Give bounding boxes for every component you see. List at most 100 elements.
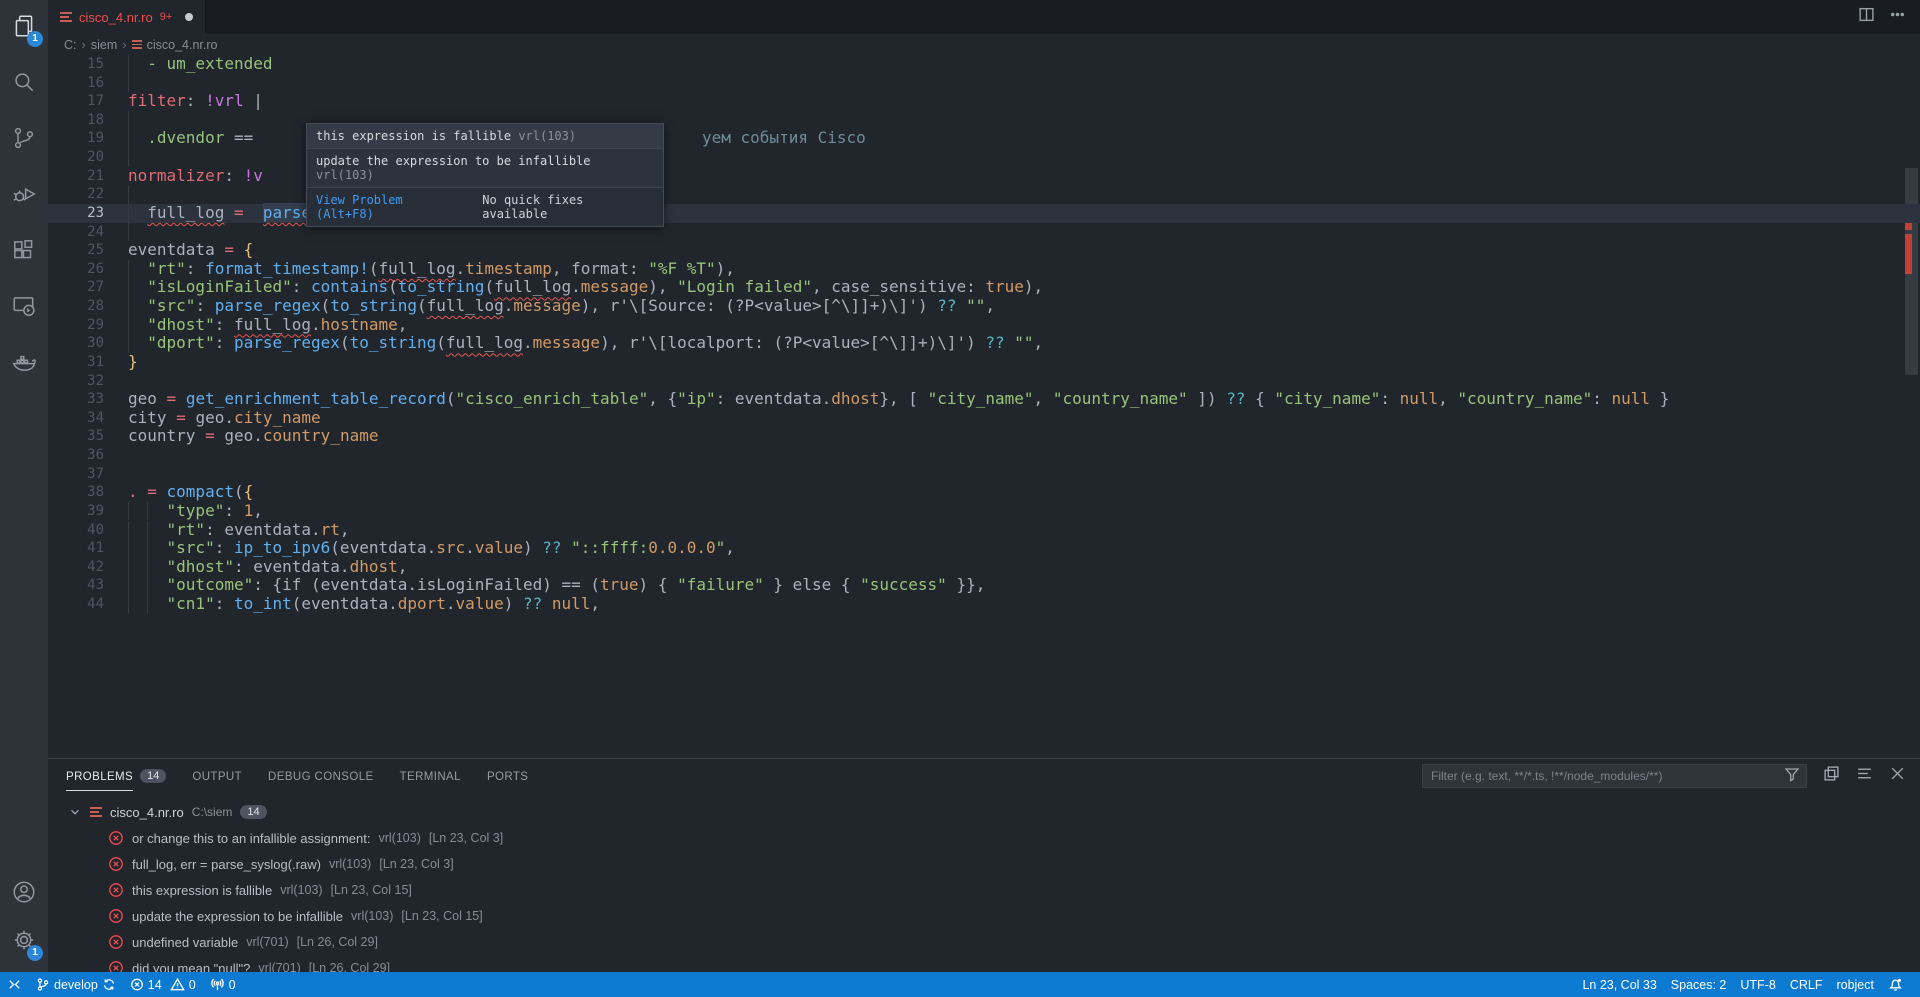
code-line-44[interactable]: 44 "cn1": to_int(eventdata.dport.value) … — [48, 595, 1920, 614]
error-circle-icon — [108, 882, 124, 898]
encoding-setting[interactable]: UTF-8 — [1733, 972, 1782, 997]
notifications-bell[interactable] — [1881, 972, 1910, 997]
problem-row[interactable]: this expression is fallible vrl(103) [Ln… — [48, 877, 1920, 903]
indentation-setting[interactable]: Spaces: 2 — [1664, 972, 1734, 997]
code-line-33[interactable]: 33geo = get_enrichment_table_record("cis… — [48, 390, 1920, 409]
problem-row[interactable]: or change this to an infallible assignme… — [48, 825, 1920, 851]
ellipsis-icon[interactable] — [1889, 6, 1906, 28]
breadcrumb-file[interactable]: cisco_4.nr.ro — [147, 38, 218, 52]
breadcrumb-drive[interactable]: C: — [64, 38, 77, 52]
ports-icon — [210, 977, 225, 992]
problem-row[interactable]: undefined variable vrl(701) [Ln 26, Col … — [48, 929, 1920, 955]
line-number: 38 — [48, 483, 104, 502]
modified-indicator-dot[interactable] — [185, 13, 193, 21]
line-number: 33 — [48, 390, 104, 409]
accounts-button[interactable] — [0, 870, 48, 918]
problems-filter-input[interactable] — [1431, 769, 1784, 783]
extensions-icon — [11, 237, 37, 268]
language-mode[interactable]: robject — [1829, 972, 1881, 997]
file-problems-badge: 14 — [240, 805, 266, 819]
tab-problems[interactable]: PROBLEMS — [66, 762, 133, 791]
code-line-30[interactable]: 30 "dport": parse_regex(to_string(full_l… — [48, 334, 1920, 353]
code-line-35[interactable]: 35country = geo.country_name — [48, 427, 1920, 446]
tab-output[interactable]: OUTPUT — [192, 762, 242, 790]
funnel-icon[interactable] — [1784, 766, 1800, 787]
line-number: 31 — [48, 353, 104, 372]
sidebar-item-extensions[interactable] — [0, 228, 48, 276]
sidebar-item-explorer[interactable]: 1 — [0, 4, 48, 52]
settings-badge: 1 — [27, 945, 43, 961]
sidebar-item-run-debug[interactable] — [0, 172, 48, 220]
view-as-table-icon[interactable] — [1823, 765, 1840, 787]
code-line-31[interactable]: 31} — [48, 353, 1920, 372]
problem-location: [Ln 23, Col 15] — [401, 909, 482, 923]
problem-message: undefined variable — [132, 935, 238, 950]
problem-row[interactable]: did you mean "null"? vrl(701) [Ln 26, Co… — [48, 955, 1920, 972]
sidebar-item-docker[interactable] — [0, 340, 48, 388]
code-line-40[interactable]: 40 "rt": eventdata.rt, — [48, 521, 1920, 540]
error-circle-icon — [108, 934, 124, 950]
tab-debug-console[interactable]: DEBUG CONSOLE — [268, 762, 374, 790]
code-line-25[interactable]: 25eventdata = { — [48, 241, 1920, 260]
code-line-42[interactable]: 42 "dhost": eventdata.dhost, — [48, 558, 1920, 577]
problem-row[interactable]: full_log, err = parse_syslog(.raw) vrl(1… — [48, 851, 1920, 877]
chevron-down-icon[interactable] — [68, 805, 82, 819]
problems-file-row[interactable]: cisco_4.nr.ro C:\siem 14 — [48, 799, 1920, 825]
code-line-38[interactable]: 38. = compact({ — [48, 483, 1920, 502]
code-line-29[interactable]: 29 "dhost": full_log.hostname, — [48, 316, 1920, 335]
code-line-26[interactable]: 26 "rt": format_timestamp!(full_log.time… — [48, 260, 1920, 279]
breadcrumb-folder[interactable]: siem — [91, 38, 117, 52]
code-line-27[interactable]: 27 "isLoginFailed": contains(to_string(f… — [48, 278, 1920, 297]
branch-indicator[interactable]: develop — [29, 972, 123, 997]
problem-message: or change this to an infallible assignme… — [132, 831, 370, 846]
settings-button[interactable]: 1 — [0, 918, 48, 966]
run-debug-icon — [11, 181, 37, 212]
code-line-15[interactable]: 15 - um_extended — [48, 55, 1920, 74]
problems-filter — [1422, 764, 1807, 788]
problem-row[interactable]: update the expression to be infallible v… — [48, 903, 1920, 929]
line-number: 18 — [48, 111, 104, 130]
code-line-39[interactable]: 39 "type": 1, — [48, 502, 1920, 521]
remote-indicator[interactable] — [0, 972, 29, 997]
bottom-panel: PROBLEMS 14 OUTPUT DEBUG CONSOLE TERMINA… — [48, 758, 1920, 972]
code-line-36[interactable]: 36 — [48, 446, 1920, 465]
line-number: 15 — [48, 55, 104, 74]
code-line-17[interactable]: 17filter: !vrl | — [48, 92, 1920, 111]
code-line-32[interactable]: 32 — [48, 372, 1920, 391]
tab-terminal[interactable]: TERMINAL — [400, 762, 461, 790]
collapse-all-icon[interactable] — [1856, 765, 1873, 787]
eol-setting[interactable]: CRLF — [1783, 972, 1830, 997]
remote-icon — [7, 977, 22, 992]
problem-message: this expression is fallible — [132, 883, 272, 898]
error-circle-icon — [108, 830, 124, 846]
split-editor-icon[interactable] — [1858, 6, 1875, 28]
sidebar-item-remote-explorer[interactable] — [0, 284, 48, 332]
problem-message: did you mean "null"? — [132, 961, 250, 973]
problem-source: vrl(701) — [258, 961, 300, 972]
sidebar-item-search[interactable] — [0, 60, 48, 108]
tab-cisco-4-nr-ro[interactable]: cisco_4.nr.ro 9+ — [48, 0, 206, 34]
code-line-28[interactable]: 28 "src": parse_regex(to_string(full_log… — [48, 297, 1920, 316]
problems-indicator[interactable]: 14 0 — [123, 972, 203, 997]
line-number: 32 — [48, 372, 104, 391]
branch-icon — [36, 977, 50, 992]
sidebar-item-source-control[interactable] — [0, 116, 48, 164]
code-line-16[interactable]: 16 — [48, 74, 1920, 93]
code-line-37[interactable]: 37 — [48, 465, 1920, 484]
code-line-34[interactable]: 34city = geo.city_name — [48, 409, 1920, 428]
editor-code[interactable]: this expression is fallible vrl(103) upd… — [48, 55, 1920, 758]
tab-title: cisco_4.nr.ro — [79, 10, 153, 25]
line-number: 27 — [48, 278, 104, 297]
code-line-43[interactable]: 43 "outcome": {if (eventdata.isLoginFail… — [48, 576, 1920, 595]
problems-count-badge: 14 — [140, 769, 166, 783]
line-number: 41 — [48, 539, 104, 558]
cursor-position[interactable]: Ln 23, Col 33 — [1575, 972, 1663, 997]
ports-indicator[interactable]: 0 — [203, 972, 243, 997]
close-icon[interactable] — [1889, 765, 1906, 787]
line-number: 28 — [48, 297, 104, 316]
view-problem-link[interactable]: View Problem (Alt+F8) — [316, 193, 466, 221]
tab-ports[interactable]: PORTS — [487, 762, 528, 790]
error-circle-icon — [108, 908, 124, 924]
code-line-41[interactable]: 41 "src": ip_to_ipv6(eventdata.src.value… — [48, 539, 1920, 558]
panel-header: PROBLEMS 14 OUTPUT DEBUG CONSOLE TERMINA… — [48, 759, 1920, 793]
